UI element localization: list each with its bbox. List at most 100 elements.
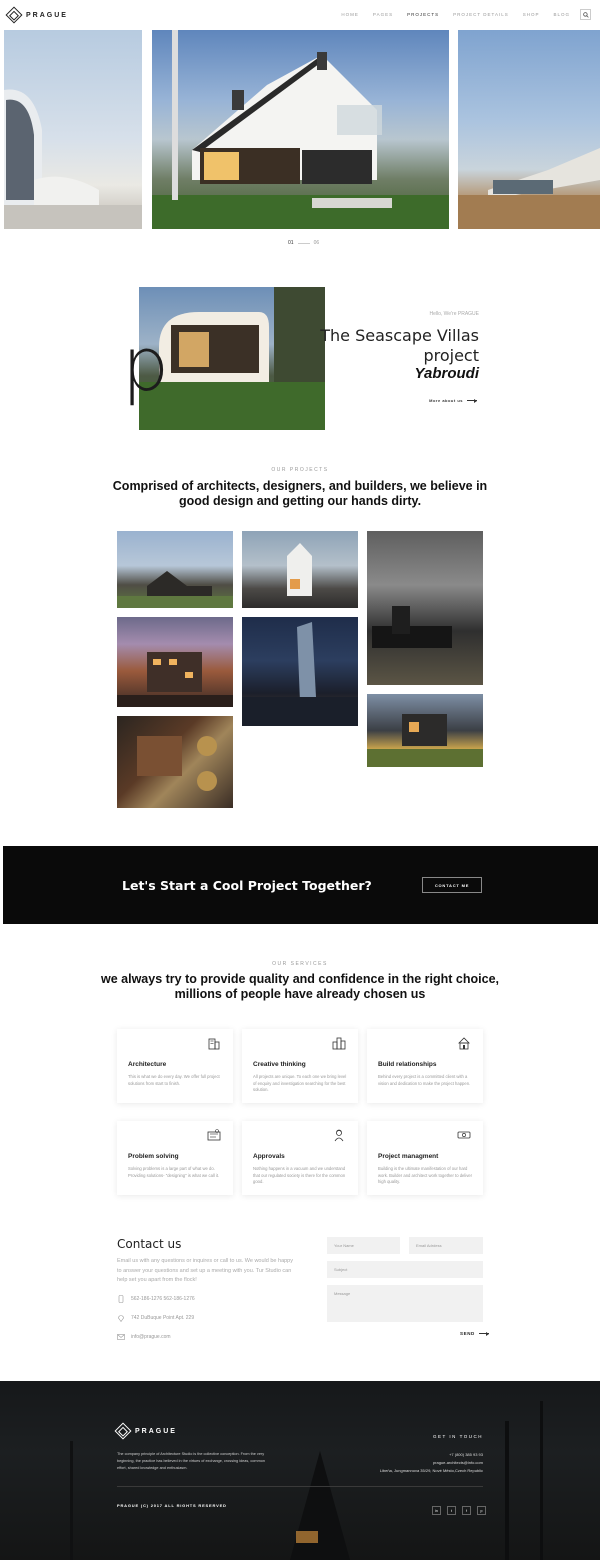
service-card-problem-solving[interactable]: Problem solving Solving problems is a la… xyxy=(117,1121,233,1195)
service-card-relationships[interactable]: Build relationships Behind every project… xyxy=(367,1029,483,1103)
arrow-right-icon xyxy=(467,398,477,403)
send-label: SEND xyxy=(460,1331,475,1336)
service-desc: Solving problems is a large part of what… xyxy=(128,1166,220,1178)
more-about-link[interactable]: More about us xyxy=(429,398,477,403)
service-card-management[interactable]: Project managment Building is the ultima… xyxy=(367,1121,483,1195)
house-icon xyxy=(458,1037,470,1050)
logo[interactable]: PRAGUE xyxy=(5,6,68,24)
modern-building-image xyxy=(4,89,142,229)
nav-projects[interactable]: PROJECTS xyxy=(407,12,439,17)
apartment-block-image xyxy=(117,652,233,707)
mail-icon xyxy=(117,1334,125,1340)
footer-email[interactable]: prague-architects@info.com xyxy=(433,1460,483,1465)
footer: PRAGUE The company principle of Architec… xyxy=(0,1381,600,1560)
project-image-2[interactable] xyxy=(242,531,358,608)
send-button[interactable]: SEND xyxy=(460,1331,489,1336)
nav-home[interactable]: HOME xyxy=(341,12,359,17)
project-image-5[interactable] xyxy=(242,617,358,726)
more-about-label: More about us xyxy=(429,398,463,403)
service-desc: Behind every project is a committed clie… xyxy=(378,1074,471,1086)
arrow-right-icon xyxy=(478,1331,489,1336)
slide-image-center[interactable] xyxy=(152,30,449,229)
service-title: Project managment xyxy=(378,1153,439,1160)
phone-icon xyxy=(118,1295,124,1303)
contact-address-text: 742 DuBuque Point Apt. 229 xyxy=(131,1315,195,1321)
slider-total: 06 xyxy=(313,240,320,246)
project-image-1[interactable] xyxy=(117,531,233,608)
project-image-3[interactable] xyxy=(367,531,483,685)
tower-house-image xyxy=(287,543,312,596)
logo-icon xyxy=(5,6,23,24)
slide-image-left[interactable] xyxy=(4,30,142,229)
city-icon xyxy=(332,1037,346,1050)
skyscraper-night-image xyxy=(242,622,358,726)
slider-current: 01 xyxy=(288,240,294,246)
contact-me-button[interactable]: CONTACT ME xyxy=(422,877,482,893)
contact-email: info@prague.com xyxy=(117,1333,171,1341)
logo-text: PRAGUE xyxy=(26,11,68,19)
about-subtitle: Yabroudi xyxy=(414,365,479,382)
nav-shop[interactable]: SHOP xyxy=(523,12,540,17)
service-desc: Building is the ultimate manifestation o… xyxy=(378,1166,473,1184)
footer-address: Libeňa, Jungmannova 35/29, Nové Město,Cz… xyxy=(379,1468,483,1473)
about-title: The Seascape Villas project xyxy=(320,326,479,365)
name-field[interactable]: Your Name xyxy=(327,1237,400,1254)
about-eyebrow: Hello, We're PRAGUE xyxy=(429,311,480,317)
nav-pages[interactable]: PAGES xyxy=(373,12,393,17)
subject-field[interactable]: Subject xyxy=(327,1261,483,1278)
cta-text: Let's Start a Cool Project Together? xyxy=(122,878,372,893)
pager-line xyxy=(297,242,310,244)
nav-blog[interactable]: BLOG xyxy=(553,12,570,17)
service-card-creative[interactable]: Creative thinking All projects are uniqu… xyxy=(242,1029,358,1103)
dark-pavilion-image xyxy=(372,606,452,648)
service-card-approvals[interactable]: Approvals Nothing happens in a vacuum an… xyxy=(242,1121,358,1195)
worker-icon xyxy=(334,1129,344,1142)
service-desc: All projects are unique. To each one we … xyxy=(253,1074,347,1092)
footer-logo[interactable]: PRAGUE xyxy=(114,1422,177,1440)
message-field[interactable]: Message xyxy=(327,1285,483,1322)
email-field[interactable]: Email Adrdess xyxy=(409,1237,483,1254)
header: PRAGUE HOME PAGES PROJECTS PROJECT DETAI… xyxy=(0,0,600,30)
projects-eyebrow: OUR PROJECTS xyxy=(271,467,329,473)
search-icon xyxy=(582,11,589,18)
contact-address: 742 DuBuque Point Apt. 229 xyxy=(117,1314,194,1322)
service-desc: This is what we do every day. We offer f… xyxy=(128,1074,220,1086)
project-image-4[interactable] xyxy=(117,617,233,707)
service-card-architecture[interactable]: Architecture This is what we do every da… xyxy=(117,1029,233,1103)
forest-house-image xyxy=(117,571,233,608)
nav-project-details[interactable]: PROJECT DETAILS xyxy=(453,12,509,17)
facebook-icon[interactable]: f xyxy=(462,1506,471,1515)
contact-desc: Email us with any questions or inquires … xyxy=(117,1258,293,1283)
building-icon xyxy=(208,1038,220,1050)
location-icon xyxy=(118,1315,124,1322)
money-icon xyxy=(457,1131,471,1139)
main-nav: HOME PAGES PROJECTS PROJECT DETAILS SHOP… xyxy=(341,12,570,17)
slider-pager[interactable]: 01 06 xyxy=(288,240,319,246)
service-title: Build relationships xyxy=(378,1061,437,1068)
services-title: we always try to provide quality and con… xyxy=(101,972,499,1001)
footer-desc: The company principle of Architecture St… xyxy=(117,1452,265,1470)
footer-logo-text: PRAGUE xyxy=(135,1427,177,1435)
logo-icon xyxy=(114,1422,132,1440)
footer-divider xyxy=(117,1486,483,1487)
service-title: Approvals xyxy=(253,1153,285,1160)
pinterest-icon[interactable]: p xyxy=(477,1506,486,1515)
service-title: Problem solving xyxy=(128,1153,179,1160)
cta-banner: Let's Start a Cool Project Together? CON… xyxy=(3,846,598,924)
twitter-icon[interactable]: t xyxy=(447,1506,456,1515)
contact-title: Contact us xyxy=(117,1237,182,1251)
villa-image xyxy=(152,30,449,229)
project-image-6[interactable] xyxy=(367,694,483,767)
projects-title: Comprised of architects, designers, and … xyxy=(112,479,488,508)
services-eyebrow: OUR SERVICES xyxy=(272,961,328,967)
contact-email-text[interactable]: info@prague.com xyxy=(131,1334,171,1340)
search-button[interactable] xyxy=(580,9,591,20)
autumn-villa-image xyxy=(367,714,483,767)
contact-phone-text: 562-186-1276 562-186-1276 xyxy=(131,1296,195,1302)
social-links: in t f p xyxy=(432,1506,486,1515)
project-image-7[interactable] xyxy=(117,716,233,808)
linkedin-icon[interactable]: in xyxy=(432,1506,441,1515)
slide-image-right[interactable] xyxy=(458,30,600,229)
big-letter: p xyxy=(122,322,169,408)
service-desc: Nothing happens in a vacuum and we under… xyxy=(253,1166,346,1184)
